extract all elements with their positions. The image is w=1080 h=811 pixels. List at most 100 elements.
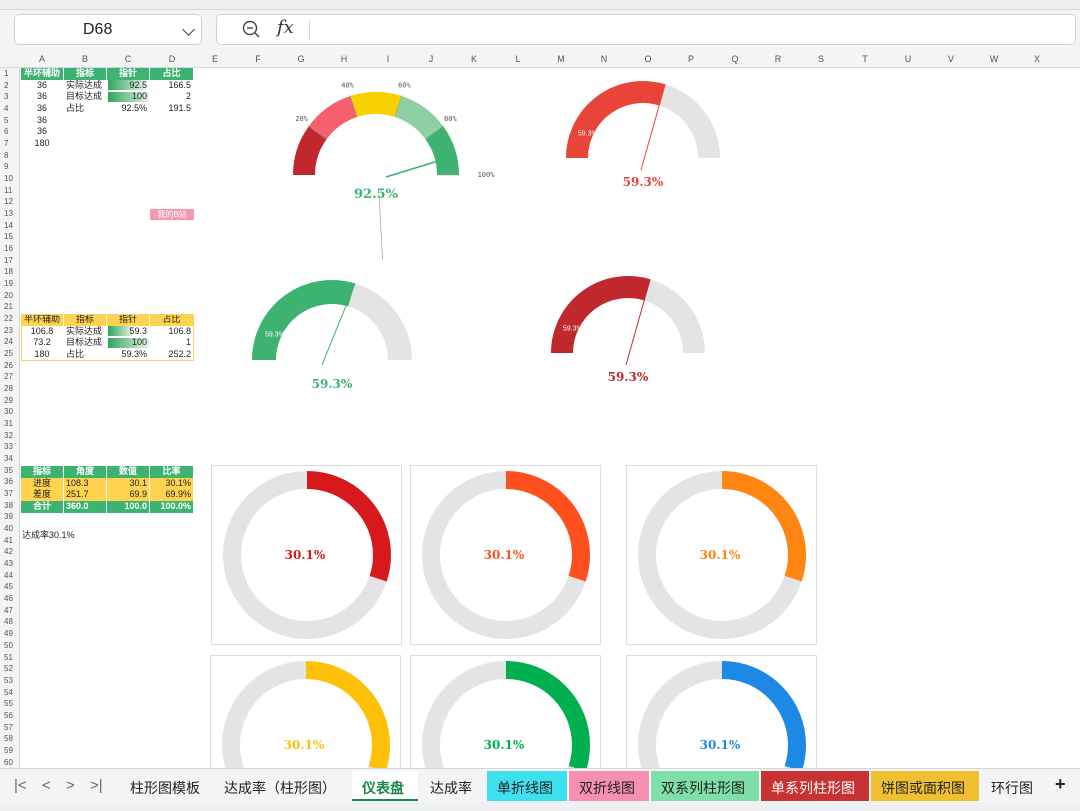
- row-header[interactable]: 40: [0, 524, 20, 533]
- row-header[interactable]: 28: [0, 384, 20, 393]
- column-header[interactable]: U: [898, 54, 918, 64]
- gauge-chart-green[interactable]: 59.3% 59.3%: [240, 270, 430, 400]
- donut-chart[interactable]: 30.1%: [211, 656, 401, 768]
- row-header[interactable]: 2: [0, 81, 20, 90]
- donut-chart[interactable]: 30.1%: [212, 466, 402, 645]
- donut-chart-frame[interactable]: 30.1%: [626, 655, 817, 768]
- row-header[interactable]: 13: [0, 209, 20, 218]
- column-header[interactable]: C: [118, 54, 138, 64]
- row-header[interactable]: 17: [0, 256, 20, 265]
- fx-icon[interactable]: fx: [277, 17, 294, 38]
- name-box[interactable]: D68: [14, 14, 202, 45]
- row-header[interactable]: 26: [0, 361, 20, 370]
- row-header[interactable]: 14: [0, 221, 20, 230]
- last-sheet-icon[interactable]: >|: [90, 777, 103, 794]
- row-header[interactable]: 46: [0, 594, 20, 603]
- row-header[interactable]: 55: [0, 699, 20, 708]
- column-header[interactable]: R: [768, 54, 788, 64]
- row-header[interactable]: 53: [0, 676, 20, 685]
- donut-chart-frame[interactable]: 30.1%: [211, 465, 402, 645]
- sheet-tab[interactable]: 单系列柱形图: [761, 771, 869, 801]
- column-header[interactable]: I: [378, 54, 398, 64]
- column-header[interactable]: L: [508, 54, 528, 64]
- row-header[interactable]: 56: [0, 711, 20, 720]
- row-header[interactable]: 22: [0, 314, 20, 323]
- row-header[interactable]: 39: [0, 512, 20, 521]
- column-header[interactable]: P: [681, 54, 701, 64]
- sheet-tab[interactable]: 柱形图模板: [120, 771, 214, 801]
- column-header[interactable]: V: [941, 54, 961, 64]
- row-header[interactable]: 30: [0, 407, 20, 416]
- row-header[interactable]: 11: [0, 186, 20, 195]
- bilibili-label[interactable]: 我的B站: [150, 209, 194, 220]
- row-header[interactable]: 57: [0, 723, 20, 732]
- column-header[interactable]: T: [855, 54, 875, 64]
- row-header[interactable]: 50: [0, 641, 20, 650]
- row-header[interactable]: 51: [0, 653, 20, 662]
- sheet-tab[interactable]: 达成率: [420, 771, 486, 801]
- row-header[interactable]: 58: [0, 734, 20, 743]
- donut-chart-frame[interactable]: 30.1%: [210, 655, 401, 768]
- row-header[interactable]: 45: [0, 582, 20, 591]
- gauge-chart-darkred[interactable]: 59.3% 59.3%: [540, 265, 720, 390]
- zoom-out-icon[interactable]: [241, 19, 261, 39]
- row-header[interactable]: 10: [0, 174, 20, 183]
- column-header[interactable]: G: [291, 54, 311, 64]
- first-sheet-icon[interactable]: |<: [14, 777, 27, 794]
- row-header[interactable]: 21: [0, 302, 20, 311]
- chevron-down-icon[interactable]: [182, 23, 195, 36]
- row-header[interactable]: 24: [0, 337, 20, 346]
- row-header[interactable]: 7: [0, 139, 20, 148]
- row-header[interactable]: 52: [0, 664, 20, 673]
- donut-chart[interactable]: 30.1%: [411, 466, 601, 645]
- row-header[interactable]: 6: [0, 127, 20, 136]
- row-header[interactable]: 4: [0, 104, 20, 113]
- sheet-tab[interactable]: 仪表盘: [352, 771, 418, 801]
- column-header[interactable]: Q: [725, 54, 745, 64]
- column-header[interactable]: M: [551, 54, 571, 64]
- sheet-tab[interactable]: 环行图: [981, 771, 1051, 801]
- column-header[interactable]: B: [75, 54, 95, 64]
- row-header[interactable]: 60: [0, 758, 20, 767]
- row-header[interactable]: 9: [0, 162, 20, 171]
- row-header[interactable]: 49: [0, 629, 20, 638]
- row-header[interactable]: 8: [0, 151, 20, 160]
- gauge-chart-red[interactable]: 59.3% 59.3%: [555, 70, 735, 190]
- column-header[interactable]: E: [205, 54, 225, 64]
- row-header[interactable]: 1: [0, 69, 20, 78]
- donut-chart[interactable]: 30.1%: [627, 656, 817, 768]
- next-sheet-icon[interactable]: >: [66, 777, 75, 794]
- donut-chart-frame[interactable]: 30.1%: [626, 465, 817, 645]
- row-header[interactable]: 31: [0, 419, 20, 428]
- row-header[interactable]: 16: [0, 244, 20, 253]
- row-header[interactable]: 44: [0, 571, 20, 580]
- column-header[interactable]: F: [248, 54, 268, 64]
- row-header[interactable]: 48: [0, 617, 20, 626]
- row-header[interactable]: 18: [0, 267, 20, 276]
- donut-chart-frame[interactable]: 30.1%: [410, 465, 601, 645]
- column-header[interactable]: H: [334, 54, 354, 64]
- row-header[interactable]: 3: [0, 92, 20, 101]
- row-header[interactable]: 37: [0, 489, 20, 498]
- column-header[interactable]: A: [32, 54, 52, 64]
- sheet-tab[interactable]: 单折线图: [487, 771, 567, 801]
- donut-chart[interactable]: 30.1%: [411, 656, 601, 768]
- prev-sheet-icon[interactable]: <: [42, 777, 51, 794]
- row-header[interactable]: 32: [0, 431, 20, 440]
- column-header[interactable]: K: [464, 54, 484, 64]
- row-header[interactable]: 29: [0, 396, 20, 405]
- row-header[interactable]: 20: [0, 291, 20, 300]
- row-header[interactable]: 36: [0, 477, 20, 486]
- row-header[interactable]: 59: [0, 746, 20, 755]
- sheet-tab[interactable]: 达成率（柱形图）: [214, 771, 352, 801]
- row-header[interactable]: 15: [0, 232, 20, 241]
- add-sheet-button[interactable]: +: [1055, 774, 1066, 795]
- column-header[interactable]: W: [984, 54, 1004, 64]
- row-header[interactable]: 42: [0, 547, 20, 556]
- gauge-chart-main[interactable]: 20% 40% 60% 80% 100% 92.5%: [280, 70, 520, 260]
- formula-input[interactable]: fx: [216, 14, 1076, 45]
- donut-chart[interactable]: 30.1%: [627, 466, 817, 645]
- row-header[interactable]: 12: [0, 197, 20, 206]
- row-header[interactable]: 43: [0, 559, 20, 568]
- row-header[interactable]: 41: [0, 536, 20, 545]
